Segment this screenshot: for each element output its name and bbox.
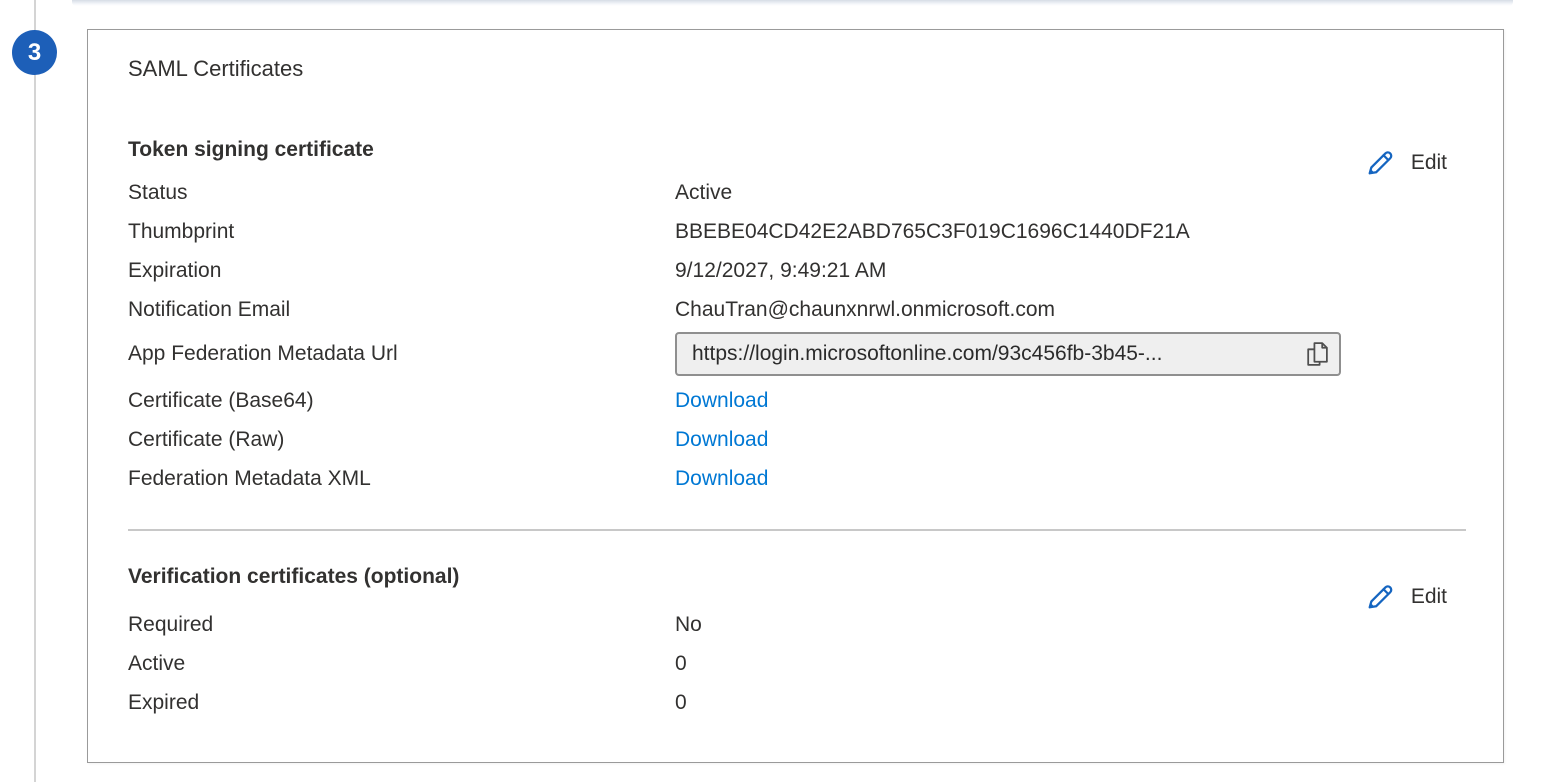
status-row: Status Active (128, 173, 1458, 212)
section-divider (128, 529, 1466, 531)
step-connector-line (34, 0, 36, 782)
required-label: Required (128, 613, 675, 637)
certificate-base64-row: Certificate (Base64) Download (128, 381, 1458, 420)
expiration-row: Expiration 9/12/2027, 9:49:21 AM (128, 251, 1458, 290)
app-federation-metadata-url-label: App Federation Metadata Url (128, 342, 675, 366)
previous-card-bottom-edge (72, 0, 1513, 6)
notification-email-label: Notification Email (128, 298, 675, 322)
thumbprint-label: Thumbprint (128, 220, 675, 244)
status-value: Active (675, 181, 1458, 205)
saml-certificates-card: SAML Certificates Token signing certific… (87, 29, 1504, 763)
notification-email-value: ChauTran@chaunxnrwl.onmicrosoft.com (675, 298, 1458, 322)
notification-email-row: Notification Email ChauTran@chaunxnrwl.o… (128, 290, 1458, 329)
certificate-base64-label: Certificate (Base64) (128, 389, 675, 413)
certificate-downloads: Certificate (Base64) Download Certificat… (128, 381, 1458, 498)
certificate-raw-label: Certificate (Raw) (128, 428, 675, 452)
copy-icon (1304, 341, 1329, 368)
thumbprint-value: BBEBE04CD42E2ABD765C3F019C1696C1440DF21A (675, 220, 1458, 244)
required-value: No (675, 613, 1458, 637)
active-count-label: Active (128, 652, 675, 676)
federation-metadata-xml-row: Federation Metadata XML Download (128, 459, 1458, 498)
certificate-raw-row: Certificate (Raw) Download (128, 420, 1458, 459)
app-federation-metadata-url-field[interactable]: https://login.microsoftonline.com/93c456… (675, 332, 1341, 376)
copy-url-button[interactable] (1304, 341, 1329, 368)
expiration-label: Expiration (128, 259, 675, 283)
expired-count-label: Expired (128, 691, 675, 715)
expired-count-value: 0 (675, 691, 1458, 715)
download-certificate-base64-link[interactable]: Download (675, 389, 768, 412)
status-label: Status (128, 181, 675, 205)
edit-button-label: Edit (1411, 151, 1447, 175)
thumbprint-row: Thumbprint BBEBE04CD42E2ABD765C3F019C169… (128, 212, 1458, 251)
token-signing-certificate-heading: Token signing certificate (128, 137, 374, 163)
active-count-row: Active 0 (128, 644, 1458, 683)
active-count-value: 0 (675, 652, 1458, 676)
card-title: SAML Certificates (128, 55, 303, 83)
federation-metadata-xml-label: Federation Metadata XML (128, 467, 675, 491)
verification-certificate-details: Required No Active 0 Expired 0 (128, 605, 1458, 722)
app-federation-metadata-url-row: App Federation Metadata Url https://logi… (128, 331, 1458, 377)
token-certificate-details: Status Active Thumbprint BBEBE04CD42E2AB… (128, 173, 1458, 329)
expired-count-row: Expired 0 (128, 683, 1458, 722)
step-number: 3 (28, 39, 41, 67)
step-3-badge: 3 (12, 30, 57, 75)
app-federation-metadata-url-value: https://login.microsoftonline.com/93c456… (692, 342, 1162, 366)
download-certificate-raw-link[interactable]: Download (675, 428, 768, 451)
download-federation-metadata-xml-link[interactable]: Download (675, 467, 768, 490)
verification-certificates-heading: Verification certificates (optional) (128, 564, 459, 590)
expiration-value: 9/12/2027, 9:49:21 AM (675, 259, 1458, 283)
required-row: Required No (128, 605, 1458, 644)
